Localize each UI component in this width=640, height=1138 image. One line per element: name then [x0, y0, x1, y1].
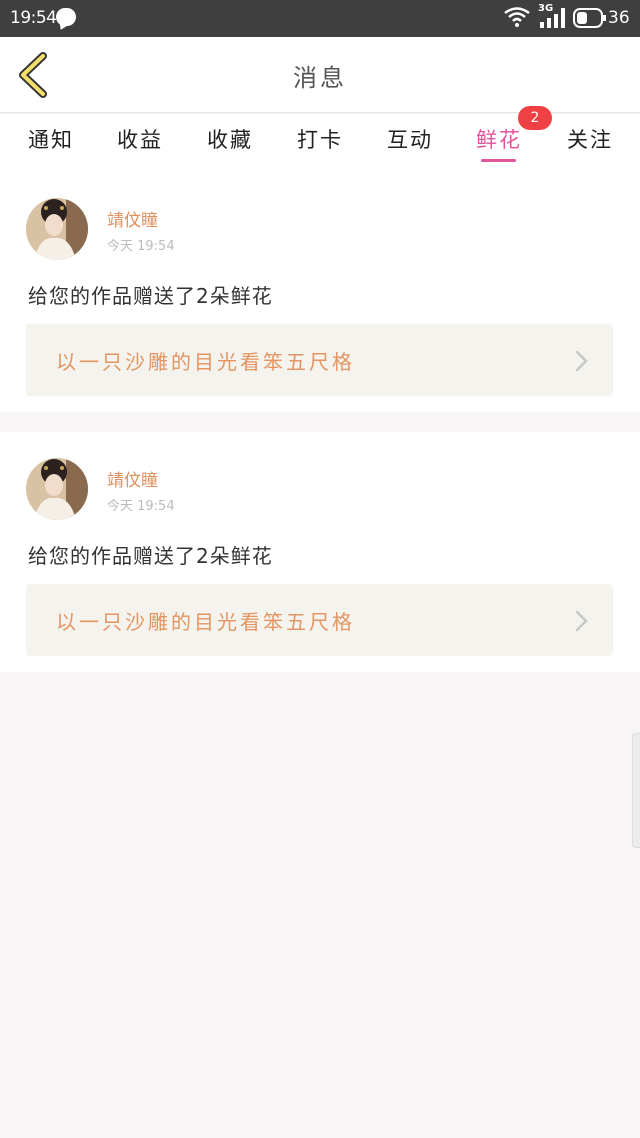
work-title: 以一只沙雕的目光看笨五尺格: [56, 610, 355, 634]
work-title: 以一只沙雕的目光看笨五尺格: [56, 350, 355, 374]
active-tab-indicator: [481, 159, 516, 162]
battery-percent: 36: [608, 8, 630, 28]
tab-flowers[interactable]: 鲜花: [476, 124, 522, 154]
wifi-icon: [504, 7, 530, 27]
status-time: 19:54: [10, 8, 57, 28]
page-title: 消息: [293, 64, 347, 92]
message-text: 给您的作品赠送了2朵鲜花: [28, 284, 273, 308]
navbar: 消息: [0, 37, 640, 113]
side-scroll-handle[interactable]: [632, 733, 640, 848]
message-time: 今天 19:54: [107, 499, 175, 514]
message-card: 靖伩瞳 今天 19:54 给您的作品赠送了2朵鲜花 以一只沙雕的目光看笨五尺格: [0, 172, 640, 412]
avatar-image: [26, 458, 88, 520]
message-card: 靖伩瞳 今天 19:54 给您的作品赠送了2朵鲜花 以一只沙雕的目光看笨五尺格: [0, 432, 640, 672]
sender-name[interactable]: 靖伩瞳: [107, 466, 158, 491]
avatar-image: [26, 198, 88, 260]
chevron-right-icon: [575, 610, 588, 632]
tab-favorites[interactable]: 收藏: [207, 124, 253, 154]
work-link[interactable]: 以一只沙雕的目光看笨五尺格: [26, 324, 613, 396]
tab-checkin[interactable]: 打卡: [297, 124, 343, 154]
message-bubble-icon: [56, 8, 76, 26]
tab-interact[interactable]: 互动: [387, 124, 433, 154]
battery-icon: [573, 8, 606, 28]
avatar[interactable]: [26, 458, 88, 520]
work-link[interactable]: 以一只沙雕的目光看笨五尺格: [26, 584, 613, 656]
message-text: 给您的作品赠送了2朵鲜花: [28, 544, 273, 568]
signal-icon: [540, 8, 565, 28]
flowers-badge: 2: [518, 106, 552, 130]
tab-follow[interactable]: 关注: [567, 124, 613, 154]
status-bar: 19:54 3G 36: [0, 0, 640, 37]
chevron-right-icon: [575, 350, 588, 372]
tab-notify[interactable]: 通知: [28, 124, 74, 154]
message-time: 今天 19:54: [107, 239, 175, 254]
sender-name[interactable]: 靖伩瞳: [107, 206, 158, 231]
tab-earnings[interactable]: 收益: [117, 124, 163, 154]
avatar[interactable]: [26, 198, 88, 260]
